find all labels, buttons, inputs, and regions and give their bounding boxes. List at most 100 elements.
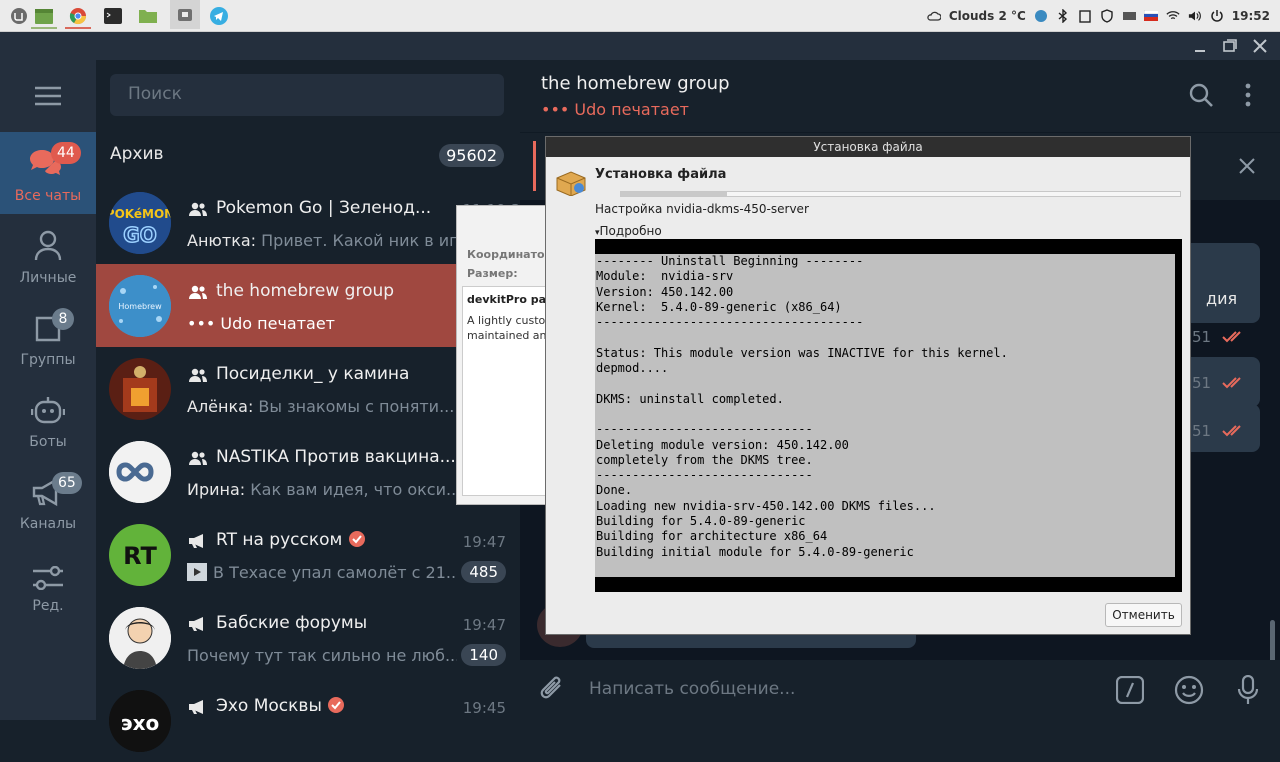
- close-window-icon[interactable]: [1251, 37, 1269, 55]
- file-manager-icon[interactable]: [31, 3, 57, 29]
- avatar: RT: [109, 524, 171, 586]
- cancel-button[interactable]: Отменить: [1105, 603, 1182, 627]
- avatar: [109, 607, 171, 669]
- terminal-icon[interactable]: [100, 3, 126, 29]
- minimize-icon[interactable]: [1191, 37, 1209, 55]
- message-time: 51: [1192, 422, 1212, 440]
- avatar: Homebrew: [109, 275, 171, 337]
- chat-time: 19:45: [462, 699, 506, 717]
- svg-text:GO: GO: [123, 223, 156, 247]
- terminal-line: Deleting module version: 450.142.00: [596, 437, 849, 452]
- terminal-line: Building for architecture x86_64: [596, 529, 828, 544]
- weather-text[interactable]: Clouds 2 °C: [949, 9, 1026, 23]
- sidebar-item-label: Личные: [19, 270, 77, 286]
- avatar: [109, 358, 171, 420]
- chat-name: NASTIKA Против вакцина...: [216, 447, 456, 467]
- chat-title[interactable]: the homebrew group: [541, 73, 730, 94]
- package-installer-icon[interactable]: [170, 0, 200, 29]
- sidebar-item-label: Каналы: [19, 516, 77, 532]
- chat-preview: ••• Udo печатает: [187, 314, 335, 333]
- archive-count-badge: 95602: [439, 144, 504, 167]
- system-tray: Clouds 2 °C 19:52: [927, 0, 1280, 31]
- message-input[interactable]: Написать сообщение...: [589, 679, 795, 699]
- attach-icon[interactable]: [540, 675, 566, 705]
- volume-icon[interactable]: [1188, 9, 1202, 23]
- terminal-line: completely from the DKMS tree.: [596, 452, 813, 467]
- scrollbar-thumb[interactable]: [1270, 620, 1275, 664]
- sidebar-item-edit[interactable]: Ред.: [0, 542, 96, 624]
- hamburger-menu-button[interactable]: [0, 60, 96, 132]
- terminal-line: Module: nvidia-srv: [596, 269, 734, 284]
- bot-commands-icon[interactable]: [1116, 676, 1144, 704]
- chat-preview: Анютка: Привет. Какой ник в иг...: [187, 231, 457, 250]
- group-chat-icon: [189, 285, 207, 299]
- sidebar-item-personal[interactable]: Личные: [0, 214, 96, 296]
- chat-time: 19:47: [462, 616, 506, 634]
- search-icon[interactable]: [1189, 83, 1213, 107]
- more-options-icon[interactable]: [1244, 83, 1252, 107]
- power-icon[interactable]: [1210, 9, 1224, 23]
- video-thumb-icon: [187, 563, 207, 581]
- chat-preview: Алёнка: Вы знакомы с поняти...: [187, 397, 455, 416]
- read-checkmarks-icon: [1222, 425, 1241, 437]
- chrome-icon[interactable]: [65, 3, 91, 29]
- clock[interactable]: 19:52: [1232, 9, 1270, 23]
- close-pinned-icon[interactable]: [1238, 157, 1256, 175]
- folder-icon[interactable]: [135, 3, 161, 29]
- network-app-icon[interactable]: [1034, 9, 1048, 23]
- sidebar-item-bots[interactable]: Боты: [0, 378, 96, 460]
- unread-badge: 485: [461, 561, 506, 583]
- terminal-text: -------- Uninstall Beginning -------- Mod…: [595, 254, 1175, 577]
- maximize-icon[interactable]: [1221, 37, 1239, 55]
- channel-megaphone-icon: [189, 534, 203, 548]
- chat-preview: Ирина: Как вам идея, что окси...: [187, 480, 457, 499]
- chat-row[interactable]: Бабские форумы 19:47 Почему тут так силь…: [96, 596, 520, 679]
- bot-icon: [31, 397, 65, 424]
- nvidia-icon[interactable]: [1122, 9, 1136, 23]
- wifi-icon[interactable]: [1166, 9, 1180, 23]
- unread-badge: 65: [52, 472, 82, 494]
- emoji-icon[interactable]: [1174, 675, 1204, 705]
- verified-icon: [348, 531, 365, 547]
- keyboard-layout-flag-icon[interactable]: [1143, 9, 1158, 23]
- unread-badge: 140: [461, 644, 506, 666]
- message-composer: Написать сообщение...: [520, 660, 1280, 720]
- archive-label[interactable]: Архив: [110, 144, 164, 164]
- chat-row[interactable]: эхо Эхо Москвы 19:45: [96, 679, 520, 762]
- microphone-icon[interactable]: [1237, 675, 1259, 705]
- sidebar-item-groups[interactable]: 8 Группы: [0, 296, 96, 378]
- avatar: эхо: [109, 690, 171, 752]
- sidebar-item-label: Ред.: [32, 598, 64, 614]
- sidebar-item-channels[interactable]: 65 Каналы: [0, 460, 96, 542]
- chat-row[interactable]: RT RT на русском 19:47 В Техасе упал сам…: [96, 513, 520, 596]
- chat-preview: В Техасе упал самолёт с 21...: [187, 563, 457, 582]
- shield-icon[interactable]: [1100, 8, 1114, 23]
- search-input[interactable]: Поиск: [110, 74, 504, 116]
- person-icon: [34, 230, 62, 260]
- install-file-dialog: Установка файла Установка файла Настройк…: [545, 136, 1191, 635]
- bluetooth-icon[interactable]: [1056, 8, 1070, 23]
- dialog-titlebar[interactable]: Установка файла: [546, 137, 1190, 157]
- group-chat-icon: [189, 451, 207, 465]
- svg-text:POKéMON: POKéMON: [109, 207, 171, 221]
- unread-badge: 8: [52, 308, 74, 330]
- dialog-heading: Установка файла: [595, 167, 727, 182]
- window-titlebar: [0, 32, 1280, 60]
- menu-icon: [35, 86, 61, 106]
- terminal-line: Status: This module version was INACTIVE…: [596, 345, 1008, 360]
- pinned-accent: [533, 141, 536, 191]
- folders-sidebar: 44 Все чаты Личные 8 Группы Боты 65 Кана…: [0, 60, 96, 720]
- clipboard-icon[interactable]: [1078, 9, 1092, 23]
- terminal-line: ------------------------------: [596, 422, 813, 437]
- details-expander[interactable]: ▾Подробно: [595, 224, 662, 238]
- mint-menu-icon[interactable]: [6, 3, 32, 29]
- chat-name: the homebrew group: [216, 281, 395, 301]
- telegram-icon[interactable]: [206, 3, 232, 29]
- channel-megaphone-icon: [189, 700, 203, 714]
- svg-text:Homebrew: Homebrew: [118, 302, 162, 311]
- terminal-line: -------- Uninstall Beginning --------: [596, 254, 864, 268]
- terminal-output[interactable]: -------- Uninstall Beginning -------- Mod…: [595, 239, 1182, 592]
- unread-badge: 44: [51, 142, 81, 164]
- install-progress-bar: [620, 191, 1181, 197]
- sidebar-item-all-chats[interactable]: 44 Все чаты: [0, 132, 96, 214]
